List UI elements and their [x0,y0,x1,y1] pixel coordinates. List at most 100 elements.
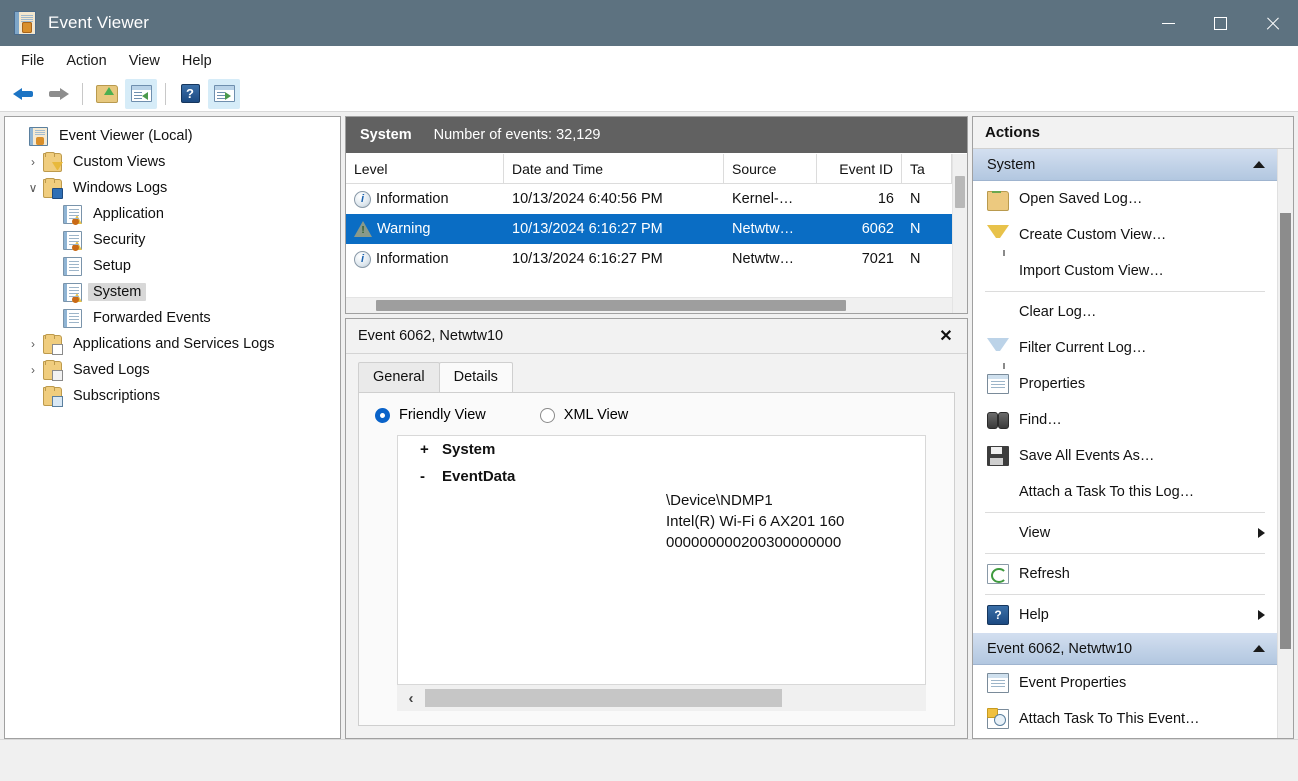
menu-action[interactable]: Action [55,49,117,73]
arrow-left-icon [12,85,36,103]
action-open-saved-log[interactable]: Open Saved Log… [973,181,1277,217]
table-row[interactable]: Information 10/13/2024 6:16:27 PM Netwtw… [346,244,952,274]
tree-item-windows-logs[interactable]: ∨ Windows Logs [9,175,338,201]
tab-details[interactable]: Details [438,362,513,392]
radio-xml-view[interactable]: XML View [539,407,629,423]
status-bar [0,739,1298,781]
cell-task: N [910,251,921,267]
action-event-properties[interactable]: Event Properties [973,665,1277,701]
section-header-label: System [987,156,1036,173]
actions-section-header-event[interactable]: Event 6062, Netwtw10 [973,633,1277,665]
event-viewer-window: Event Viewer File Action View Help ? Eve [0,0,1298,781]
help-button[interactable]: ? [174,79,206,109]
tree-item-custom-views[interactable]: › Custom Views [9,149,338,175]
close-icon[interactable]: ✕ [935,325,957,347]
collapse-icon[interactable]: - [420,468,442,485]
tree-item-subscriptions[interactable]: Subscriptions [9,383,338,409]
tree-item-system[interactable]: System [9,279,338,305]
chevron-up-icon[interactable] [1253,161,1265,168]
action-find[interactable]: Find… [973,402,1277,438]
column-header-source[interactable]: Source [724,154,817,183]
main-body: Event Viewer (Local) › Custom Views ∨ Wi… [0,112,1298,739]
show-hide-action-pane-button[interactable] [208,78,240,109]
action-label: Open Saved Log… [1019,191,1143,207]
close-button[interactable] [1246,0,1298,46]
log-warning-icon [63,282,82,303]
help-icon: ? [180,84,200,103]
xml-content-area[interactable]: + System - EventData \Device\NDMP1 Intel(R… [397,435,926,685]
up-one-level-button[interactable] [91,79,123,109]
action-attach-task-to-this-event[interactable]: Attach Task To This Event… [973,701,1277,737]
actions-vertical-scrollbar[interactable] [1277,149,1293,738]
column-header-event-id[interactable]: Event ID [817,154,902,183]
action-label: Clear Log… [1019,304,1097,320]
forward-button[interactable] [42,79,74,109]
tree-item-saved-logs[interactable]: › Saved Logs [9,357,338,383]
chevron-right-icon[interactable]: › [23,363,43,377]
xml-node-system[interactable]: + System [398,436,925,463]
scrollbar-thumb[interactable] [425,689,782,707]
tree-item-applications-and-services-logs[interactable]: › Applications and Services Logs [9,331,338,357]
action-clear-log[interactable]: Clear Log… [973,294,1277,330]
tab-general[interactable]: General [358,362,440,392]
radio-label: XML View [563,407,629,423]
action-import-custom-view[interactable]: Import Custom View… [973,253,1277,289]
menu-file[interactable]: File [10,49,55,73]
tree-item-label: Applications and Services Logs [73,336,275,352]
tree-item-security[interactable]: Security [9,227,338,253]
xml-horizontal-scrollbar[interactable]: ‹ [397,685,926,711]
event-list-header: Level Date and Time Source Event ID Ta [346,154,952,184]
xml-node-label: EventData [442,468,516,485]
cell-level: Information [346,250,504,268]
xml-node-eventdata[interactable]: - EventData [398,463,925,490]
back-button[interactable] [8,79,40,109]
show-hide-console-tree-button[interactable] [125,78,157,109]
action-filter-current-log[interactable]: Filter Current Log… [973,330,1277,369]
scrollbar-thumb[interactable] [1280,213,1291,649]
menu-view[interactable]: View [118,49,171,73]
actions-separator [985,594,1265,595]
table-row[interactable]: Warning 10/13/2024 6:16:27 PM Netwtw… 60… [346,214,952,244]
chevron-up-icon[interactable] [1253,645,1265,652]
event-list-log-name: System [360,127,412,143]
actions-section-header-system[interactable]: System [973,149,1277,181]
scrollbar-thumb[interactable] [955,176,965,208]
chevron-right-icon[interactable]: › [23,155,43,169]
maximize-button[interactable] [1194,0,1246,46]
column-header-level[interactable]: Level [346,154,504,183]
action-properties[interactable]: Properties [973,366,1277,402]
action-view[interactable]: View [973,515,1277,551]
tree-item-event-viewer-local[interactable]: Event Viewer (Local) [9,123,338,149]
expand-icon[interactable]: + [420,441,442,458]
chevron-left-icon[interactable]: ‹ [397,690,425,707]
action-label: Save All Events As… [1019,448,1155,464]
cell-date: 10/13/2024 6:16:27 PM [512,251,663,267]
chevron-right-icon[interactable]: › [23,337,43,351]
toolbar-separator [82,82,83,105]
refresh-icon [987,564,1009,584]
tree-item-forwarded-events[interactable]: Forwarded Events [9,305,338,331]
tree-item-setup[interactable]: Setup [9,253,338,279]
event-list-vertical-scrollbar[interactable] [952,154,967,313]
folder-subscription-icon [43,385,63,407]
column-header-task[interactable]: Ta [902,154,952,183]
minimize-button[interactable] [1142,0,1194,46]
tree-item-application[interactable]: Application [9,201,338,227]
action-create-custom-view[interactable]: Create Custom View… [973,217,1277,256]
column-header-date-and-time[interactable]: Date and Time [504,154,724,183]
action-attach-a-task-to-this-log[interactable]: Attach a Task To this Log… [973,474,1277,510]
cell-level-text: Information [376,251,449,267]
attach-task-icon [987,708,1009,729]
radio-friendly-view[interactable]: Friendly View [375,407,486,423]
table-row[interactable]: Information 10/13/2024 6:40:56 PM Kernel… [346,184,952,214]
event-detail-panel: Event 6062, Netwtw10 ✕ General Details F… [345,318,968,739]
action-help[interactable]: ? Help [973,597,1277,633]
menu-help[interactable]: Help [171,49,223,73]
action-save-all-events-as[interactable]: Save All Events As… [973,438,1277,474]
actions-separator [985,291,1265,292]
scrollbar-thumb[interactable] [376,300,846,311]
action-refresh[interactable]: Refresh [973,556,1277,592]
event-log-icon [29,126,48,146]
chevron-down-icon[interactable]: ∨ [23,181,43,195]
event-list-horizontal-scrollbar[interactable] [346,297,952,313]
